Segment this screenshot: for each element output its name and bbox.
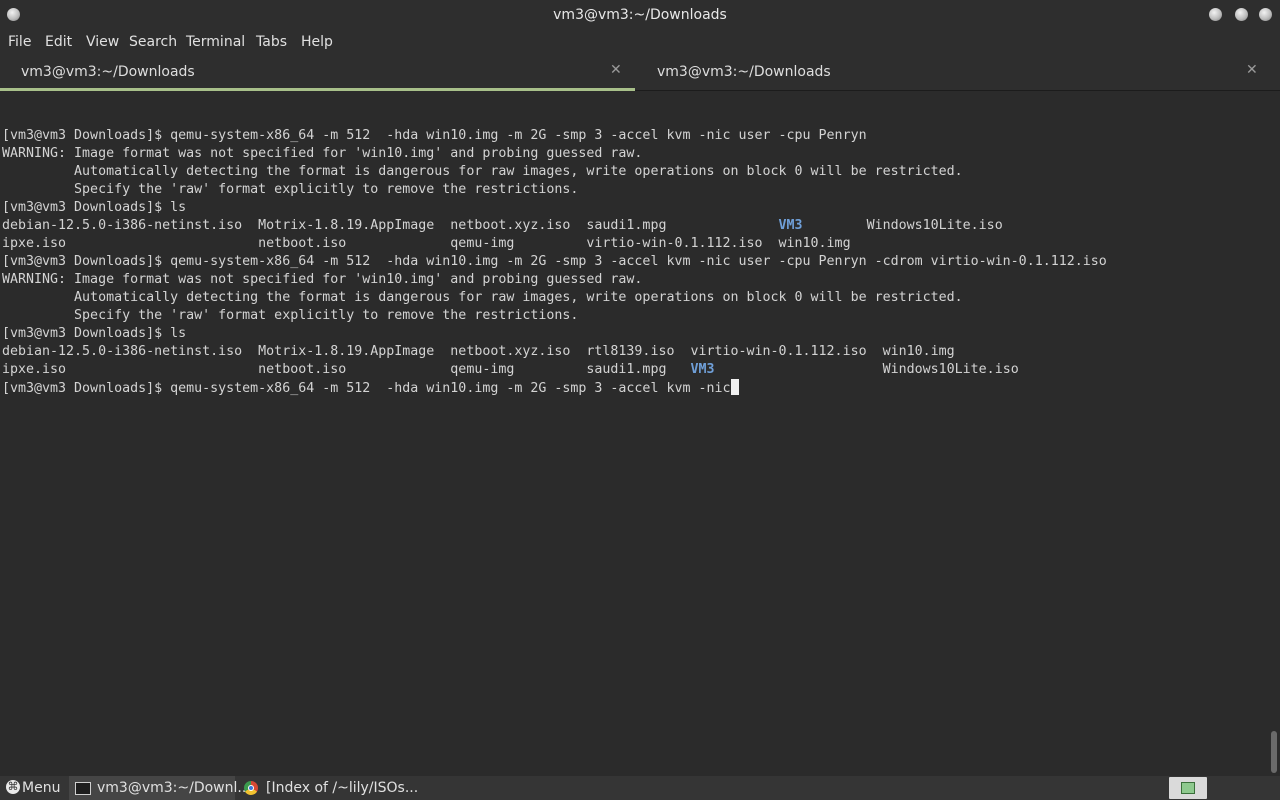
taskbar-item-browser[interactable]: [Index of /~lily/ISOs...: [238, 776, 418, 800]
terminal-line: Specify the 'raw' format explicitly to r…: [0, 181, 1268, 199]
terminal-line: Automatically detecting the format is da…: [0, 163, 1268, 181]
terminal-icon: [75, 782, 91, 795]
close-icon[interactable]: [1259, 8, 1272, 21]
terminal-text: Automatically detecting the format is da…: [2, 164, 963, 179]
scrollbar-thumb[interactable]: [1271, 731, 1277, 773]
title-bar: vm3@vm3:~/Downloads: [0, 0, 1280, 30]
terminal-line: Specify the 'raw' format explicitly to r…: [0, 307, 1268, 325]
menu-terminal[interactable]: Terminal: [186, 34, 245, 50]
terminal-text: Specify the 'raw' format explicitly to r…: [2, 308, 579, 323]
terminal-text: Windows10Lite.iso: [802, 218, 1003, 233]
tray-window-icon[interactable]: [1169, 777, 1207, 799]
terminal-line: WARNING: Image format was not specified …: [0, 271, 1268, 289]
tab-bar: vm3@vm3:~/Downloads ✕ vm3@vm3:~/Download…: [0, 54, 1280, 91]
terminal-line: [vm3@vm3 Downloads]$ ls: [0, 325, 1268, 343]
terminal-text: ipxe.iso netboot.iso qemu-img saudi1.mpg: [2, 362, 691, 377]
terminal-line: debian-12.5.0-i386-netinst.iso Motrix-1.…: [0, 343, 1268, 361]
text-cursor: [730, 379, 739, 395]
terminal-line: [vm3@vm3 Downloads]$ qemu-system-x86_64 …: [0, 253, 1268, 271]
terminal-text: WARNING: Image format was not specified …: [2, 146, 643, 161]
prompt-command: [vm3@vm3 Downloads]$ qemu-system-x86_64 …: [2, 381, 731, 396]
taskbar: ⌘ Menu vm3@vm3:~/Downl... [Index of /~li…: [0, 776, 1280, 800]
chromium-icon: [244, 781, 258, 795]
terminal-line: ipxe.iso netboot.iso qemu-img saudi1.mpg…: [0, 361, 1268, 379]
tab-2-close-icon[interactable]: ✕: [1246, 62, 1258, 78]
minimize-icon[interactable]: [1209, 8, 1222, 21]
tab-2-label: vm3@vm3:~/Downloads: [657, 64, 831, 80]
menu-bar: File Edit View Search Terminal Tabs Help: [0, 30, 1280, 54]
prompt-line: [vm3@vm3 Downloads]$ qemu-system-x86_64 …: [0, 379, 1268, 397]
menu-file[interactable]: File: [8, 34, 31, 50]
directory-name: VM3: [690, 362, 715, 377]
terminal-line: Automatically detecting the format is da…: [0, 289, 1268, 307]
terminal-line: ipxe.iso netboot.iso qemu-img virtio-win…: [0, 235, 1268, 253]
taskbar-item-browser-label: [Index of /~lily/ISOs...: [266, 780, 419, 796]
terminal-text: [vm3@vm3 Downloads]$ ls: [2, 326, 187, 341]
taskbar-item-terminal[interactable]: vm3@vm3:~/Downl...: [69, 776, 251, 800]
terminal-line: [vm3@vm3 Downloads]$ ls: [0, 199, 1268, 217]
terminal-line: WARNING: Image format was not specified …: [0, 145, 1268, 163]
terminal-text: Automatically detecting the format is da…: [2, 290, 963, 305]
tab-2[interactable]: vm3@vm3:~/Downloads ✕: [636, 54, 1280, 90]
menu-edit[interactable]: Edit: [45, 34, 72, 50]
taskbar-item-terminal-label: vm3@vm3:~/Downl...: [97, 780, 251, 796]
maximize-icon[interactable]: [1235, 8, 1248, 21]
tab-1-label: vm3@vm3:~/Downloads: [21, 64, 195, 80]
terminal-text: Specify the 'raw' format explicitly to r…: [2, 182, 579, 197]
terminal-text: [vm3@vm3 Downloads]$ qemu-system-x86_64 …: [2, 254, 1107, 269]
menu-search[interactable]: Search: [129, 34, 177, 50]
terminal-text: ipxe.iso netboot.iso qemu-img virtio-win…: [2, 236, 851, 251]
terminal-text: debian-12.5.0-i386-netinst.iso Motrix-1.…: [2, 344, 955, 359]
terminal-line: debian-12.5.0-i386-netinst.iso Motrix-1.…: [0, 217, 1268, 235]
window-title: vm3@vm3:~/Downloads: [553, 7, 727, 23]
terminal-output[interactable]: [vm3@vm3 Downloads]$ qemu-system-x86_64 …: [0, 91, 1268, 776]
terminal-text: debian-12.5.0-i386-netinst.iso Motrix-1.…: [2, 218, 779, 233]
terminal-text: [vm3@vm3 Downloads]$ ls: [2, 200, 187, 215]
tab-1-close-icon[interactable]: ✕: [610, 62, 622, 78]
menu-tabs[interactable]: Tabs: [256, 34, 287, 50]
start-menu-button[interactable]: ⌘ Menu: [0, 776, 66, 800]
start-menu-label: Menu: [22, 780, 61, 796]
terminal-text: Windows10Lite.iso: [714, 362, 1019, 377]
menu-help[interactable]: Help: [301, 34, 333, 50]
directory-name: VM3: [778, 218, 803, 233]
terminal-text: [vm3@vm3 Downloads]$ qemu-system-x86_64 …: [2, 128, 867, 143]
terminal-text: WARNING: Image format was not specified …: [2, 272, 643, 287]
menu-icon: ⌘: [6, 780, 20, 794]
tab-1[interactable]: vm3@vm3:~/Downloads ✕: [0, 54, 635, 91]
terminal-scrollbar[interactable]: [1268, 91, 1280, 776]
menu-view[interactable]: View: [86, 34, 119, 50]
terminal-line: [vm3@vm3 Downloads]$ qemu-system-x86_64 …: [0, 127, 1268, 145]
